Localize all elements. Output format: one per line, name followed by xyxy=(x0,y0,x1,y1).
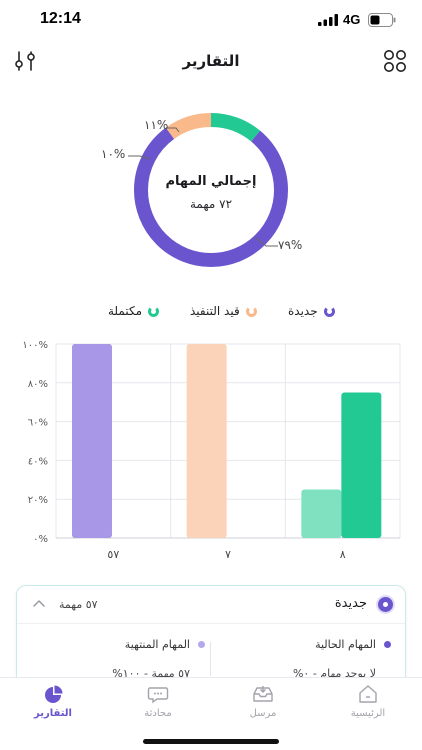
tab-label: التقارير xyxy=(34,708,72,719)
radio-selected-icon[interactable] xyxy=(378,597,393,612)
bar xyxy=(72,344,112,538)
legend-completed-icon xyxy=(148,305,160,317)
battery-icon xyxy=(368,13,396,27)
task-card-header[interactable]: جديدة ٥٧ مهمة xyxy=(17,586,405,624)
legend-item-new[interactable]: جديدة xyxy=(288,304,335,318)
x-tick-label: ٧ xyxy=(225,548,231,561)
y-tick-label: ٢٠% xyxy=(28,495,48,506)
donut-center-title: إجمالي المهام xyxy=(165,174,257,189)
app-header: التقارير xyxy=(0,40,422,84)
legend-label: مكتملة xyxy=(108,304,143,318)
status-time: 12:14 xyxy=(40,10,81,27)
task-card-status: جديدة xyxy=(334,596,367,611)
y-tick-label: ٠% xyxy=(33,534,48,545)
legend-item-in-progress[interactable]: قيد التنفيذ xyxy=(190,304,257,318)
chevron-up-icon[interactable] xyxy=(33,599,45,607)
donut-label-in-progress: ١٠% xyxy=(101,147,126,161)
tab-chat[interactable]: محادثة xyxy=(123,684,193,724)
home-icon xyxy=(359,685,377,703)
finished-tasks-label: المهام المنتهية xyxy=(124,638,190,651)
inbox-icon xyxy=(253,686,273,702)
y-tick-label: ٤٠% xyxy=(28,456,48,467)
status-bar: 12:14 4G xyxy=(0,0,422,40)
donut-label-new: ٧٩% xyxy=(278,238,303,252)
legend-new-icon xyxy=(323,305,335,317)
home-indicator xyxy=(143,739,279,744)
bar-chart-svg: ٠% ٢٠% ٤٠% ٦٠% ٨٠% ١٠٠% ٥٧ ٧ ٨ xyxy=(22,340,401,561)
x-tick-label: ٥٧ xyxy=(107,548,119,561)
y-tick-label: ٦٠% xyxy=(28,418,48,429)
chat-icon xyxy=(147,687,169,704)
current-tasks-column: المهام الحالية لا يوجد مهام - ٠% xyxy=(221,638,391,680)
pie-chart-icon xyxy=(45,685,63,703)
y-tick-label: ١٠٠% xyxy=(22,340,48,351)
tab-label: محادثة xyxy=(144,708,172,719)
y-tick-label: ٨٠% xyxy=(28,379,48,390)
chart-legend: جديدة قيد التنفيذ مكتملة xyxy=(0,304,422,324)
task-card-count: ٥٧ مهمة xyxy=(59,598,98,611)
legend-label: جديدة xyxy=(288,304,318,318)
bar xyxy=(341,392,382,538)
legend-label: قيد التنفيذ xyxy=(190,304,240,318)
donut-svg xyxy=(128,113,288,267)
donut-center-subtitle: ٧٢ مهمة xyxy=(189,197,233,211)
legend-item-completed[interactable]: مكتملة xyxy=(108,304,160,318)
donut-segment xyxy=(134,113,288,267)
donut-chart: إجمالي المهام ٧٢ مهمة ٧٩% ١٠% ١١% xyxy=(0,100,422,280)
legend-in-progress-icon xyxy=(245,305,257,317)
current-tasks-bullet xyxy=(384,641,391,648)
tab-reports[interactable]: التقارير xyxy=(18,684,88,724)
bar xyxy=(186,344,227,538)
tab-home[interactable]: الرئيسية xyxy=(333,684,403,724)
finished-tasks-bullet xyxy=(198,641,205,648)
signal-icon xyxy=(318,14,338,26)
network-label: 4G xyxy=(343,12,361,27)
current-tasks-label: المهام الحالية xyxy=(315,638,376,651)
grid-icon[interactable] xyxy=(382,48,408,74)
finished-tasks-column: المهام المنتهية ٥٧ مهمة - ١٠٠% xyxy=(45,638,205,680)
column-divider xyxy=(210,642,211,676)
page-title: التقارير xyxy=(182,52,240,70)
bar xyxy=(301,489,342,538)
tab-label: الرئيسية xyxy=(350,708,386,719)
tab-label: مرسل xyxy=(249,708,277,719)
bar-chart: ٠% ٢٠% ٤٠% ٦٠% ٨٠% ١٠٠% ٥٧ ٧ ٨ xyxy=(0,332,422,564)
tab-sent[interactable]: مرسل xyxy=(228,684,298,724)
donut-label-completed: ١١% xyxy=(144,118,169,132)
x-tick-label: ٨ xyxy=(340,548,346,561)
